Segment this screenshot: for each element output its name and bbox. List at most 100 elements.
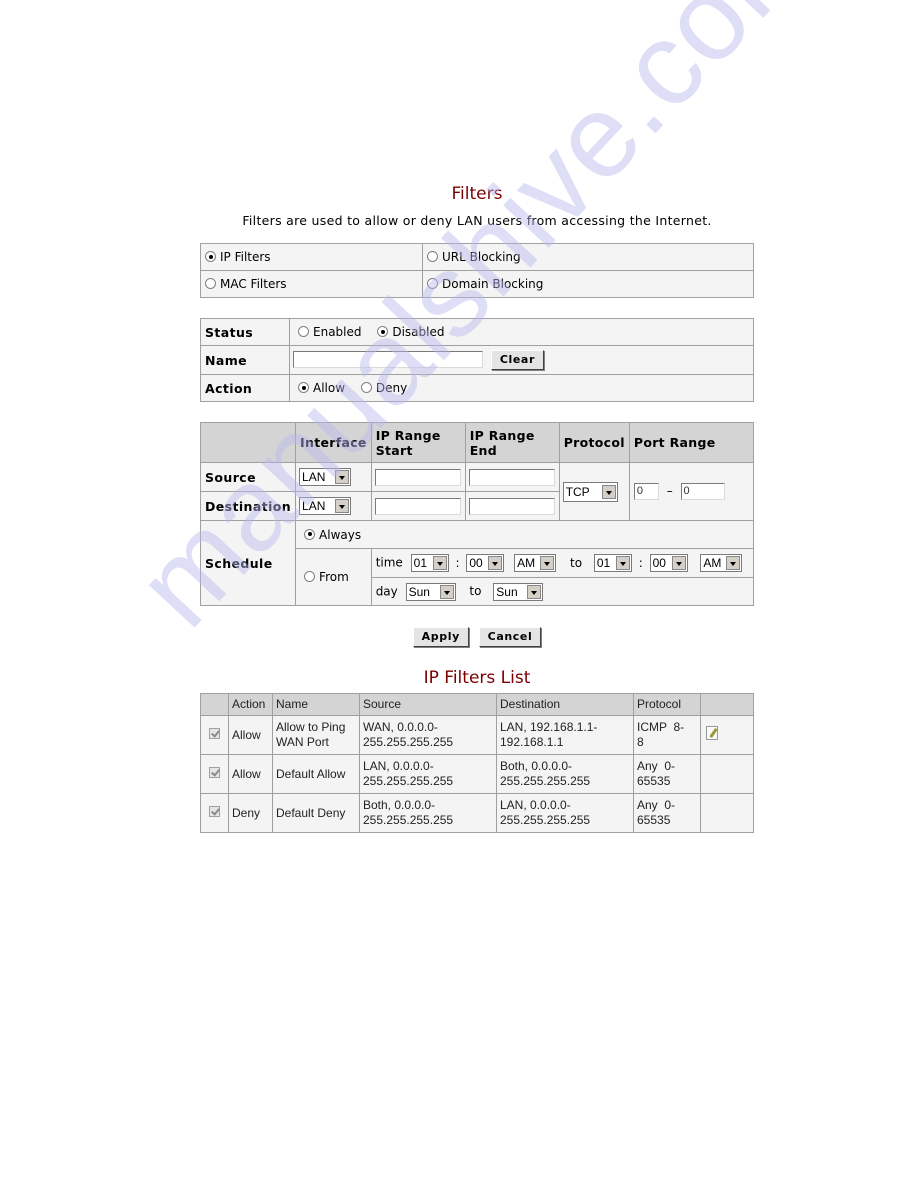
filter-type-ip[interactable]: IP Filters (200, 243, 423, 271)
cell-line: LAN, 0.0.0.0- (500, 798, 571, 812)
form-buttons: Apply Cancel (200, 627, 754, 647)
dropdown-arrow-icon[interactable] (671, 556, 686, 570)
row-name: Allow to Ping WAN Port (272, 715, 360, 755)
row-action: Deny (228, 793, 273, 833)
source-ip-end-input[interactable] (468, 468, 555, 486)
select-value: 01 (413, 556, 427, 570)
row-enabled-checkbox[interactable] (209, 727, 220, 739)
destination-ip-end-input[interactable] (468, 497, 555, 515)
dropdown-arrow-icon[interactable] (439, 584, 454, 599)
row-source: Both, 0.0.0.0- 255.255.255.255 (359, 793, 497, 833)
dropdown-arrow-icon[interactable] (527, 584, 542, 599)
radio-icon[interactable] (377, 326, 389, 337)
from-hour-select[interactable]: 01 (410, 554, 449, 572)
row-protocol: Any 0- 65535 (633, 793, 701, 833)
select-value: 00 (469, 556, 483, 570)
status-enabled-option[interactable]: Enabled (298, 325, 362, 339)
to-label: to (469, 584, 482, 598)
col-header-edit (700, 693, 754, 716)
row-enabled-checkbox[interactable] (209, 805, 220, 817)
header-line: IP Range (469, 427, 535, 443)
row-source: LAN, 0.0.0.0- 255.255.255.255 (359, 754, 497, 794)
table-row: Allow Default Allow LAN, 0.0.0.0- 255.255… (200, 754, 754, 794)
interface-header: Interface (295, 422, 372, 463)
rule-settings-table: Status Enabled Disabled Name Clear Actio… (200, 318, 754, 402)
page-title: Filters (451, 184, 503, 204)
filter-type-url[interactable]: URL Blocking (422, 243, 754, 271)
cell-line: 65535 (637, 774, 671, 788)
destination-label: Destination (199, 491, 297, 521)
dropdown-arrow-icon[interactable] (335, 499, 350, 513)
action-label: Action (200, 374, 290, 402)
dropdown-arrow-icon[interactable] (488, 556, 503, 570)
corner-header (199, 422, 297, 463)
radio-icon[interactable] (205, 278, 216, 289)
select-value: Sun (408, 584, 430, 599)
from-minute-select[interactable]: 00 (466, 554, 505, 572)
row-destination: LAN, 0.0.0.0- 255.255.255.255 (496, 793, 634, 833)
row-destination: LAN, 192.168.1.1- 192.168.1.1 (496, 715, 634, 755)
radio-icon[interactable] (304, 528, 316, 540)
schedule-always-option[interactable]: Always (295, 520, 754, 549)
row-enabled-checkbox[interactable] (209, 766, 220, 778)
filter-type-mac[interactable]: MAC Filters (200, 270, 423, 298)
cell-line: Any 0- (637, 759, 676, 773)
dropdown-arrow-icon[interactable] (726, 556, 741, 570)
filter-type-table: IP Filters URL Blocking MAC Filters Doma… (200, 243, 754, 298)
cell-line: Both, 0.0.0.0- (363, 798, 436, 812)
to-minute-select[interactable]: 00 (649, 554, 688, 572)
to-day-select[interactable]: Sun (493, 582, 544, 601)
to-label: to (570, 555, 583, 570)
dropdown-arrow-icon[interactable] (540, 556, 555, 570)
row-action: Allow (228, 754, 273, 794)
from-day-select[interactable]: Sun (405, 582, 456, 601)
radio-icon[interactable] (304, 571, 316, 582)
radio-icon[interactable] (427, 278, 438, 289)
select-value: LAN (302, 499, 326, 513)
schedule-label: Schedule (199, 520, 297, 606)
from-ampm-select[interactable]: AM (514, 554, 557, 572)
option-label: Enabled (313, 325, 362, 339)
port-start-input[interactable]: 0 (633, 483, 659, 500)
filter-type-domain[interactable]: Domain Blocking (422, 270, 754, 298)
action-allow-option[interactable]: Allow (298, 381, 345, 395)
cell-line: 8 (637, 735, 644, 749)
radio-icon[interactable] (427, 251, 438, 262)
destination-interface-select[interactable]: LAN (299, 497, 352, 515)
action-deny-option[interactable]: Deny (360, 381, 407, 395)
dropdown-arrow-icon[interactable] (601, 484, 616, 499)
page-subtitle: Filters are used to allow or deny LAN us… (242, 213, 712, 228)
dropdown-arrow-icon[interactable] (432, 556, 447, 570)
radio-icon[interactable] (360, 382, 372, 393)
destination-ip-start-input[interactable] (374, 497, 461, 515)
apply-button[interactable]: Apply (412, 627, 469, 647)
table-row: Deny Default Deny Both, 0.0.0.0- 255.255.… (200, 793, 754, 833)
edit-icon[interactable] (706, 726, 718, 740)
cell-line: Both, 0.0.0.0- (500, 759, 573, 773)
source-ip-start-input[interactable] (374, 468, 461, 486)
schedule-from-option[interactable]: From (295, 548, 372, 606)
cancel-button[interactable]: Cancel (478, 627, 542, 647)
to-ampm-select[interactable]: AM (700, 554, 743, 572)
name-input[interactable] (293, 351, 483, 368)
cell-line: ICMP 8- (637, 720, 685, 734)
filter-type-label: IP Filters (220, 250, 271, 264)
radio-icon[interactable] (298, 382, 309, 393)
dropdown-arrow-icon[interactable] (335, 470, 350, 484)
source-label: Source (199, 462, 297, 492)
port-end-input[interactable]: 0 (680, 483, 725, 500)
dropdown-arrow-icon[interactable] (615, 556, 630, 570)
port-range-header: Port Range (628, 422, 755, 463)
radio-icon[interactable] (205, 251, 216, 262)
ip-end-header: IP Range End (464, 422, 560, 463)
header-line: Start (375, 442, 413, 458)
clear-button[interactable]: Clear (490, 350, 544, 370)
radio-icon[interactable] (298, 326, 309, 337)
protocol-select[interactable]: TCP (562, 481, 618, 502)
to-hour-select[interactable]: 01 (593, 554, 632, 572)
filter-type-label: URL Blocking (442, 250, 521, 264)
cell-line: 65535 (637, 813, 671, 827)
status-disabled-option[interactable]: Disabled (377, 325, 444, 339)
source-interface-select[interactable]: LAN (299, 468, 352, 486)
row-source: WAN, 0.0.0.0- 255.255.255.255 (359, 715, 497, 755)
